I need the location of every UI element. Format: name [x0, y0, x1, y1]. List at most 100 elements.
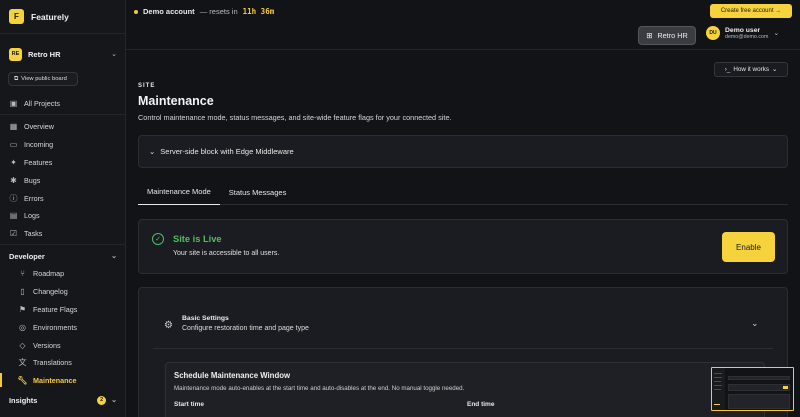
tab-status-messages[interactable]: Status Messages — [220, 179, 296, 205]
accordion-label: Server-side block with Edge Middleware — [160, 147, 294, 156]
resets-in-label: — resets in — [199, 7, 238, 16]
alert-circle-icon: ⓘ — [9, 193, 18, 203]
developer-section-header[interactable]: Developer ⌄ — [9, 249, 117, 263]
briefcase-icon: ⊞ — [646, 31, 653, 40]
sidebar-item-changelog[interactable]: ▯ Changelog — [0, 283, 126, 301]
sidebar-item-feature-flags[interactable]: ⚑ Feature Flags — [0, 301, 126, 319]
document-icon: ▯ — [20, 287, 25, 297]
sidebar-item-label: Tasks — [24, 229, 43, 239]
project-switcher-label: Retro HR — [657, 31, 688, 40]
workspace-switcher[interactable]: RE Retro HR ⌄ — [9, 47, 117, 61]
user-name: Demo user — [725, 26, 761, 34]
edge-middleware-accordion[interactable]: ⌄ Server-side block with Edge Middleware — [138, 135, 788, 168]
basic-settings-description: Configure restoration time and page type — [182, 325, 309, 332]
how-it-works-label: How it works — [733, 66, 769, 73]
site-status-description: Your site is accessible to all users. — [173, 250, 280, 257]
start-time-label: Start time — [174, 401, 204, 408]
sidebar-item-versions[interactable]: ◇ Versions — [0, 336, 126, 354]
site-status-card: ✓ Site is Live Your site is accessible t… — [138, 219, 788, 274]
demo-banner: Demo account — resets in 11h 36m — [134, 7, 274, 16]
sidebar-item-all-projects[interactable]: ▣ All Projects — [0, 95, 126, 113]
how-it-works-button[interactable]: ›_ How it works ⌄ — [714, 62, 788, 77]
sidebar-item-errors[interactable]: ⓘ Errors — [0, 189, 126, 207]
sidebar-item-label: Roadmap — [33, 269, 65, 279]
tab-bar: Maintenance Mode Status Messages — [138, 179, 788, 205]
sidebar-item-label: Feature Flags — [33, 304, 78, 314]
sidebar-item-label: Features — [24, 157, 53, 167]
divider — [0, 114, 126, 115]
page-thumbnail-preview[interactable] — [711, 367, 794, 411]
sidebar-item-label: Errors — [24, 193, 44, 203]
sidebar-item-features[interactable]: ✦ Features — [0, 154, 126, 172]
tab-maintenance-mode[interactable]: Maintenance Mode — [138, 179, 220, 205]
insights-section-title: Insights — [9, 395, 38, 405]
chevron-down-icon: ⌄ — [111, 51, 117, 58]
divider — [0, 244, 126, 245]
app-logo: F — [9, 9, 24, 24]
sidebar-item-incoming[interactable]: ▭ Incoming — [0, 136, 126, 154]
chevron-down-icon: ⌄ — [772, 66, 778, 73]
project-switcher-button[interactable]: ⊞ Retro HR — [638, 26, 696, 45]
sidebar-item-label: Maintenance — [33, 376, 77, 386]
nav-top: ▣ All Projects — [0, 95, 126, 113]
sidebar-item-overview[interactable]: ▦ Overview — [0, 118, 126, 136]
sidebar: F Featurely RE Retro HR ⌄ ⧉ View public … — [0, 0, 126, 417]
basic-settings-card: ⚙ Basic Settings Configure restoration t… — [138, 287, 788, 417]
view-public-board-label: View public board — [21, 76, 67, 82]
divider — [153, 348, 773, 349]
create-free-account-button[interactable]: Create free account → — [710, 4, 792, 18]
workspace-badge: RE — [9, 47, 22, 61]
page-description: Control maintenance mode, status message… — [138, 113, 452, 122]
terminal-icon: ›_ — [724, 66, 731, 73]
check-circle-icon: ✓ — [152, 233, 164, 245]
chevron-down-icon[interactable]: ⌄ — [751, 318, 759, 329]
tag-icon: ◇ — [19, 340, 26, 350]
folder-icon: ▣ — [9, 99, 18, 109]
main-content: ›_ How it works ⌄ SITE Maintenance Contr… — [126, 51, 800, 417]
sidebar-item-label: Versions — [33, 340, 61, 350]
user-menu[interactable]: DU Demo user demo@demo.com ⌄ — [706, 26, 779, 40]
inbox-icon: ▭ — [9, 140, 18, 150]
checkbox-icon: ☑ — [9, 229, 18, 239]
sidebar-item-label: Overview — [24, 122, 54, 132]
chevron-down-icon: ⌄ — [773, 30, 780, 37]
insights-count-badge: 2 — [97, 395, 107, 405]
chevron-down-icon: ⌄ — [111, 253, 117, 260]
nav-developer: ⑂ Roadmap ▯ Changelog ⚑ Feature Flags ◎ … — [0, 265, 126, 390]
developer-section-title: Developer — [9, 251, 45, 261]
enable-maintenance-button[interactable]: Enable — [722, 232, 775, 262]
view-public-board-button[interactable]: ⧉ View public board — [8, 72, 78, 86]
sidebar-item-bugs[interactable]: ✱ Bugs — [0, 171, 126, 189]
schedule-description: Maintenance mode auto-enables at the sta… — [174, 385, 465, 392]
external-link-icon: ⧉ — [14, 75, 19, 82]
sidebar-item-label: Incoming — [24, 140, 54, 150]
active-indicator — [0, 373, 2, 387]
user-email: demo@demo.com — [725, 33, 769, 40]
sidebar-item-label: Changelog — [33, 287, 68, 297]
sidebar-item-label: Bugs — [24, 175, 41, 185]
flag-icon: ⚑ — [18, 304, 27, 314]
globe-icon: ◎ — [19, 322, 26, 332]
sidebar-item-maintenance[interactable]: 🔧︎ Maintenance — [0, 372, 126, 390]
basic-settings-title: Basic Settings — [182, 315, 229, 322]
chevron-down-icon: ⌄ — [111, 397, 117, 404]
sidebar-item-label: Translations — [33, 358, 72, 368]
workspace-name: Retro HR — [28, 49, 61, 59]
brand[interactable]: F Featurely — [9, 9, 69, 24]
sidebar-item-label: All Projects — [24, 99, 60, 109]
page-title: Maintenance — [138, 94, 214, 108]
sidebar-item-translations[interactable]: 文 Translations — [0, 354, 126, 372]
gear-icon: ⚙ — [164, 320, 173, 331]
reset-timer: 11h 36m — [242, 7, 275, 16]
demo-account-label: Demo account — [143, 7, 195, 16]
insights-section-header[interactable]: Insights 2 ⌄ — [9, 393, 117, 407]
schedule-title: Schedule Maintenance Window — [174, 371, 291, 380]
sidebar-item-logs[interactable]: ▤ Logs — [0, 207, 126, 225]
git-branch-icon: ⑂ — [20, 269, 25, 279]
app-name: Featurely — [31, 11, 69, 22]
sidebar-item-label: Environments — [33, 322, 77, 332]
sidebar-item-environments[interactable]: ◎ Environments — [0, 318, 126, 336]
sidebar-item-roadmap[interactable]: ⑂ Roadmap — [0, 265, 126, 283]
puzzle-icon: ✦ — [10, 157, 17, 167]
sidebar-item-tasks[interactable]: ☑ Tasks — [0, 225, 126, 243]
